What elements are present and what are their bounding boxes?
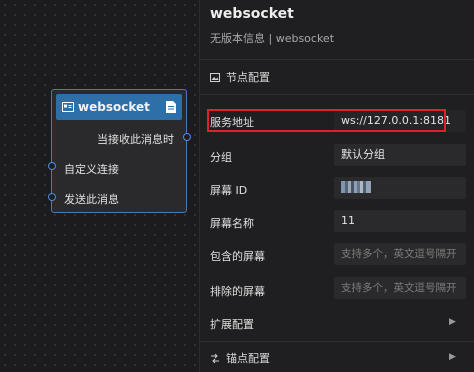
input-port-label-custom: 自定义连接 bbox=[64, 163, 119, 176]
node-header[interactable]: websocket bbox=[56, 94, 182, 120]
group-label: 分组 bbox=[210, 151, 232, 164]
group-select[interactable]: 默认分组 bbox=[334, 144, 466, 166]
divider bbox=[200, 59, 474, 60]
screen-name-input[interactable]: 11 bbox=[334, 210, 466, 232]
section-anchor-config[interactable]: 锚点配置 bbox=[210, 350, 270, 366]
panel-title: websocket bbox=[210, 6, 294, 22]
input-port-label-send: 发送此消息 bbox=[64, 193, 119, 206]
section-node-config-label: 节点配置 bbox=[226, 71, 270, 84]
flow-canvas[interactable]: websocket 当接收此消息时 自定义连接 发送此消息 bbox=[0, 0, 200, 372]
included-screens-input[interactable]: 支持多个，英文逗号隔开 bbox=[334, 243, 466, 265]
highlight-box bbox=[207, 109, 446, 132]
section-node-config[interactable]: 节点配置 bbox=[210, 69, 270, 85]
screen-id-input[interactable] bbox=[334, 177, 466, 199]
output-port[interactable] bbox=[183, 133, 191, 141]
included-screens-label: 包含的屏幕 bbox=[210, 250, 265, 263]
excluded-screens-label: 排除的屏幕 bbox=[210, 285, 265, 298]
chevron-right-icon[interactable]: ▶ bbox=[449, 317, 456, 327]
divider bbox=[200, 94, 474, 95]
image-icon bbox=[210, 72, 220, 82]
divider bbox=[199, 341, 474, 342]
screen-name-label: 屏幕名称 bbox=[210, 217, 254, 230]
redacted-value bbox=[341, 181, 371, 193]
section-extend-config[interactable]: 扩展配置 bbox=[210, 316, 254, 332]
input-port-custom[interactable] bbox=[48, 162, 56, 170]
chevron-right-icon[interactable]: ▶ bbox=[449, 352, 456, 362]
anchor-icon bbox=[211, 353, 219, 363]
websocket-node[interactable]: websocket 当接收此消息时 自定义连接 发送此消息 bbox=[48, 89, 191, 213]
panel-subtitle: 无版本信息 | websocket bbox=[210, 32, 335, 45]
document-icon[interactable] bbox=[166, 101, 176, 113]
section-anchor-config-label: 锚点配置 bbox=[226, 352, 270, 365]
screen-id-label: 屏幕 ID bbox=[210, 184, 248, 197]
excluded-screens-input[interactable]: 支持多个，英文逗号隔开 bbox=[334, 277, 466, 299]
node-title: websocket bbox=[78, 100, 150, 114]
websocket-icon bbox=[62, 102, 74, 112]
output-port-label: 当接收此消息时 bbox=[97, 133, 174, 146]
input-port-send[interactable] bbox=[48, 193, 56, 201]
